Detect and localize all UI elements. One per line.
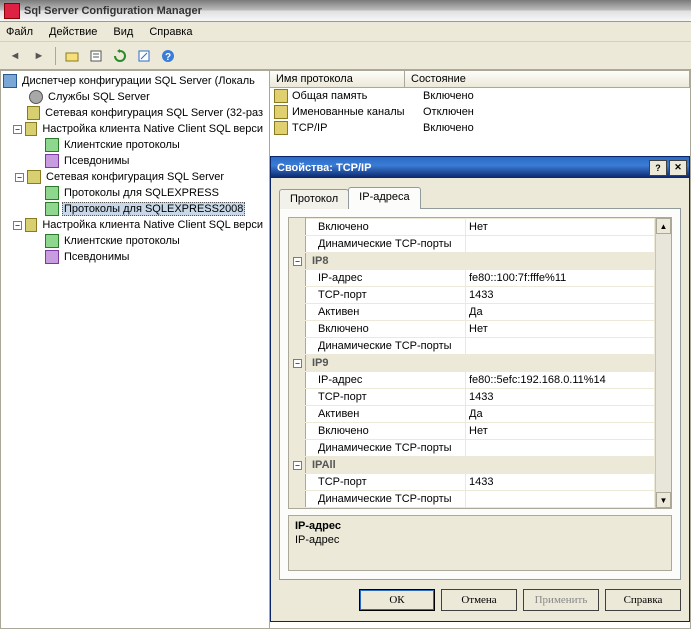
svg-text:?: ? (165, 52, 171, 63)
list-header: Имя протокола Состояние (270, 70, 691, 88)
properties-dialog: Свойства: TCP/IP ? ✕ Протокол IP-адреса … (270, 156, 690, 622)
export-icon (137, 49, 151, 63)
gear-icon (29, 90, 43, 104)
protocol-icon (45, 138, 59, 152)
apply-button: Применить (523, 589, 599, 611)
collapse-icon[interactable]: − (13, 221, 21, 230)
tree-aliases[interactable]: Псевдонимы (1, 153, 269, 169)
list-item[interactable]: Именованные каналыОтключен (270, 104, 690, 120)
properties-icon (89, 49, 103, 63)
tree-services[interactable]: Службы SQL Server (1, 89, 269, 105)
tree-client-bot[interactable]: −Настройка клиента Native Client SQL вер… (1, 217, 269, 233)
cancel-button[interactable]: Отмена (441, 589, 517, 611)
description-text: IP-адрес (295, 534, 665, 546)
tree-view[interactable]: Диспетчер конфигурации SQL Server (Локал… (0, 70, 270, 629)
window-titlebar: Sql Server Configuration Manager (0, 0, 691, 22)
description-panel: IP-адрес IP-адрес (288, 515, 672, 571)
scrollbar[interactable]: ▲ ▼ (655, 218, 671, 508)
client-icon (25, 122, 38, 136)
tree-client-proto2[interactable]: Клиентские протоколы (1, 233, 269, 249)
dialog-title: Свойства: TCP/IP (277, 162, 371, 174)
protocol-icon (274, 89, 288, 103)
network-icon (27, 170, 41, 184)
protocol-icon (45, 186, 59, 200)
menu-view[interactable]: Вид (113, 26, 133, 38)
list-item[interactable]: Общая памятьВключено (270, 88, 690, 104)
dialog-titlebar[interactable]: Свойства: TCP/IP ? ✕ (271, 157, 689, 178)
col-state[interactable]: Состояние (405, 71, 690, 87)
close-button[interactable]: ✕ (669, 160, 687, 176)
collapse-icon[interactable]: − (293, 359, 302, 368)
up-button[interactable] (61, 45, 83, 67)
menu-help[interactable]: Справка (149, 26, 192, 38)
app-icon (4, 3, 20, 19)
tree-netcfg[interactable]: −Сетевая конфигурация SQL Server (1, 169, 269, 185)
tab-protocol[interactable]: Протокол (279, 189, 349, 209)
collapse-icon[interactable]: − (13, 125, 21, 134)
back-button: ◄ (4, 45, 26, 67)
collapse-icon[interactable]: − (293, 257, 302, 266)
export-button[interactable] (133, 45, 155, 67)
menu-action[interactable]: Действие (49, 26, 97, 38)
server-icon (3, 74, 17, 88)
list-item[interactable]: TCP/IPВключено (270, 120, 690, 136)
toolbar: ◄ ► ? (0, 42, 691, 70)
tree-client-proto[interactable]: Клиентские протоколы (1, 137, 269, 153)
help-button[interactable]: ? (157, 45, 179, 67)
collapse-icon[interactable]: − (15, 173, 24, 182)
tree-client-top[interactable]: −Настройка клиента Native Client SQL вер… (1, 121, 269, 137)
protocol-icon (45, 234, 59, 248)
context-help-button[interactable]: ? (649, 160, 667, 176)
protocol-icon (274, 121, 288, 135)
folder-up-icon (65, 49, 79, 63)
menu-file[interactable]: Файл (6, 26, 33, 38)
help-button[interactable]: Справка (605, 589, 681, 611)
scroll-up-button[interactable]: ▲ (656, 218, 671, 234)
tree-aliases2[interactable]: Псевдонимы (1, 249, 269, 265)
refresh-icon (113, 49, 127, 63)
forward-button: ► (28, 45, 50, 67)
protocol-icon (274, 105, 288, 119)
network-icon (27, 106, 40, 120)
tree-root[interactable]: Диспетчер конфигурации SQL Server (Локал… (1, 73, 269, 89)
tree-proto-sqlexpress2008[interactable]: Протоколы для SQLEXPRESS2008 (1, 201, 269, 217)
menubar: Файл Действие Вид Справка (0, 22, 691, 42)
tree-proto-sqlexpress[interactable]: Протоколы для SQLEXPRESS (1, 185, 269, 201)
property-grid[interactable]: ВключеноНет Динамические TCP-порты −IP8 … (288, 217, 672, 509)
refresh-button[interactable] (109, 45, 131, 67)
properties-button[interactable] (85, 45, 107, 67)
col-protocol-name[interactable]: Имя протокола (270, 71, 405, 87)
tree-netcfg32[interactable]: Сетевая конфигурация SQL Server (32-раз (1, 105, 269, 121)
client-icon (25, 218, 38, 232)
collapse-icon[interactable]: − (293, 461, 302, 470)
scroll-down-button[interactable]: ▼ (656, 492, 671, 508)
protocol-icon (45, 202, 59, 216)
help-icon: ? (161, 49, 175, 63)
alias-icon (45, 250, 59, 264)
alias-icon (45, 154, 59, 168)
window-title: Sql Server Configuration Manager (24, 5, 202, 17)
description-title: IP-адрес (295, 520, 665, 532)
ok-button[interactable]: ОК (359, 589, 435, 611)
tab-ip-addresses[interactable]: IP-адреса (348, 187, 420, 209)
